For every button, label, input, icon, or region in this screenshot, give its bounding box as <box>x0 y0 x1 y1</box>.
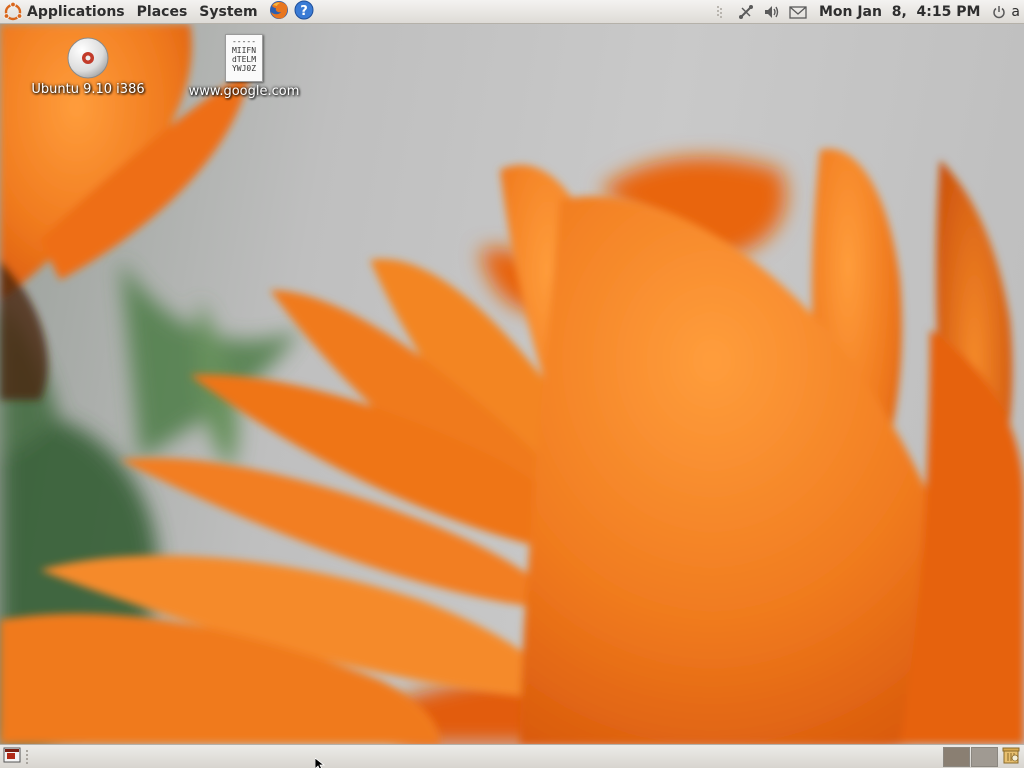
workspace-switcher <box>942 746 998 768</box>
flower-wallpaper <box>0 24 1024 744</box>
system-menu-label: System <box>199 3 258 20</box>
firefox-launcher[interactable] <box>268 0 290 25</box>
places-menu-label: Places <box>136 3 188 20</box>
help-launcher[interactable]: ? <box>293 0 315 25</box>
power-icon[interactable] <box>988 1 1010 23</box>
file-preview-line: YWJ0Z <box>231 64 257 73</box>
svg-text:?: ? <box>300 4 308 19</box>
text-file-icon: ----- MIIFN dTELM YWJ0Z <box>225 34 263 82</box>
file-preview-line: MIIFN <box>231 46 257 55</box>
mail-icon[interactable] <box>787 1 809 23</box>
trash-button[interactable] <box>1000 746 1022 768</box>
workspace-2[interactable] <box>971 746 998 767</box>
notification-area: Mon Jan 8, 4:15 PM a <box>707 0 1024 24</box>
bottom-panel <box>0 744 1024 768</box>
network-icon[interactable] <box>735 1 757 23</box>
trash-icon <box>1001 745 1021 768</box>
cd-disc-icon <box>66 36 110 80</box>
places-menu[interactable]: Places <box>132 0 195 24</box>
show-desktop-icon <box>3 747 21 767</box>
workspace-1[interactable] <box>943 746 970 767</box>
volume-icon[interactable] <box>761 1 783 23</box>
help-icon: ? <box>293 0 315 25</box>
top-panel: Applications Places System ? Mon Jan 8, … <box>0 0 1024 24</box>
mouse-cursor <box>315 758 325 768</box>
panel-handle-icon <box>709 1 731 23</box>
ubuntu-logo-icon <box>2 1 24 23</box>
desktop-icon-label: Ubuntu 9.10 i386 <box>31 82 145 97</box>
session-user-label[interactable]: a <box>1011 4 1024 20</box>
desktop-icon-ubuntu-disc[interactable]: Ubuntu 9.10 i386 <box>23 36 153 97</box>
desktop-icon-google-file[interactable]: ----- MIIFN dTELM YWJ0Z www.google.com <box>179 34 309 99</box>
firefox-icon <box>268 0 290 25</box>
applications-menu-label: Applications <box>27 3 125 20</box>
file-preview-line: ----- <box>231 37 257 46</box>
desktop-icon-label: www.google.com <box>188 84 300 99</box>
system-menu[interactable]: System <box>194 0 264 24</box>
clock[interactable]: Mon Jan 8, 4:15 PM <box>811 4 988 20</box>
file-preview-line: dTELM <box>231 55 257 64</box>
applications-menu[interactable]: Applications <box>0 0 132 24</box>
desktop[interactable]: Ubuntu 9.10 i386 ----- MIIFN dTELM YWJ0Z… <box>0 24 1024 744</box>
panel-handle <box>26 749 32 764</box>
show-desktop-button[interactable] <box>2 747 22 767</box>
